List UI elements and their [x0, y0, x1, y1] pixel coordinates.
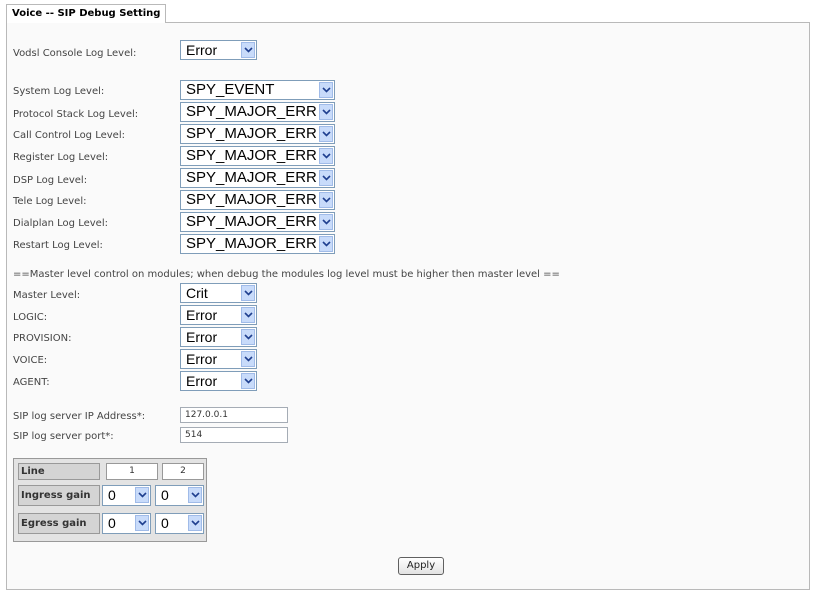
egress-gain-line2-value: 0 — [161, 515, 169, 531]
chevron-down-icon[interactable] — [319, 236, 333, 252]
tele-log-value: SPY_MAJOR_ERR — [186, 191, 317, 208]
chevron-down-icon[interactable] — [241, 307, 255, 323]
agent-value: Error — [186, 373, 218, 389]
sip-log-server-port-input[interactable]: 514 — [180, 427, 288, 443]
chevron-down-icon[interactable] — [188, 515, 202, 531]
chevron-down-icon[interactable] — [319, 170, 333, 186]
call-control-log-label: Call Control Log Level: — [13, 130, 125, 141]
chevron-down-icon[interactable] — [319, 214, 333, 230]
chevron-down-icon[interactable] — [241, 285, 255, 301]
voice-select[interactable]: Error — [180, 349, 257, 369]
master-level-value: Crit — [186, 285, 208, 301]
egress-gain-line1-value: 0 — [108, 515, 116, 531]
chevron-down-icon[interactable] — [135, 487, 149, 503]
dialplan-log-select[interactable]: SPY_MAJOR_ERR — [180, 212, 335, 232]
chevron-down-icon[interactable] — [188, 487, 202, 503]
master-level-label: Master Level: — [13, 290, 81, 301]
register-log-label: Register Log Level: — [13, 152, 109, 163]
register-log-select[interactable]: SPY_MAJOR_ERR — [180, 146, 335, 166]
tele-log-select[interactable]: SPY_MAJOR_ERR — [180, 190, 335, 210]
logic-select[interactable]: Error — [180, 305, 257, 325]
restart-log-select[interactable]: SPY_MAJOR_ERR — [180, 234, 335, 254]
chevron-down-icon[interactable] — [241, 373, 255, 389]
sip-log-server-ip-input[interactable]: 127.0.0.1 — [180, 407, 288, 423]
chevron-down-icon[interactable] — [135, 515, 149, 531]
provision-select[interactable]: Error — [180, 327, 257, 347]
ingress-gain-label: Ingress gain — [18, 485, 100, 506]
provision-label: PROVISION: — [13, 333, 72, 344]
voice-value: Error — [186, 351, 218, 367]
dsp-log-select[interactable]: SPY_MAJOR_ERR — [180, 168, 335, 188]
call-control-log-value: SPY_MAJOR_ERR — [186, 125, 317, 142]
protocol-stack-log-select[interactable]: SPY_MAJOR_ERR — [180, 102, 335, 122]
ingress-gain-line1-value: 0 — [108, 487, 116, 503]
chevron-down-icon[interactable] — [241, 351, 255, 367]
chevron-down-icon[interactable] — [319, 82, 333, 98]
vodsl-console-log-label: Vodsl Console Log Level: — [13, 48, 137, 59]
ingress-gain-line2-value: 0 — [161, 487, 169, 503]
dsp-log-value: SPY_MAJOR_ERR — [186, 169, 317, 186]
egress-gain-line2-select[interactable]: 0 — [155, 513, 204, 534]
chevron-down-icon[interactable] — [319, 192, 333, 208]
apply-button[interactable]: Apply — [398, 557, 444, 575]
line-header: Line — [18, 463, 100, 480]
vodsl-console-log-value: Error — [186, 42, 218, 58]
voice-label: VOICE: — [13, 355, 48, 366]
chevron-down-icon[interactable] — [319, 148, 333, 164]
line-column-2: 2 — [162, 463, 204, 480]
line-column-1: 1 — [106, 463, 158, 480]
tele-log-label: Tele Log Level: — [13, 196, 87, 207]
chevron-down-icon[interactable] — [241, 42, 255, 58]
protocol-stack-log-value: SPY_MAJOR_ERR — [186, 103, 317, 120]
logic-label: LOGIC: — [13, 312, 48, 323]
master-level-note: ==Master level control on modules; when … — [13, 269, 560, 280]
master-level-select[interactable]: Crit — [180, 283, 257, 303]
chevron-down-icon[interactable] — [319, 104, 333, 120]
provision-value: Error — [186, 329, 218, 345]
restart-log-value: SPY_MAJOR_ERR — [186, 235, 317, 252]
egress-gain-line1-select[interactable]: 0 — [102, 513, 151, 534]
egress-gain-label: Egress gain — [18, 513, 100, 534]
logic-value: Error — [186, 307, 218, 323]
protocol-stack-log-label: Protocol Stack Log Level: — [13, 109, 139, 120]
call-control-log-select[interactable]: SPY_MAJOR_ERR — [180, 124, 335, 144]
agent-label: AGENT: — [13, 377, 50, 388]
dialplan-log-value: SPY_MAJOR_ERR — [186, 213, 317, 230]
ingress-gain-line1-select[interactable]: 0 — [102, 485, 151, 506]
vodsl-console-log-select[interactable]: Error — [180, 40, 257, 60]
register-log-value: SPY_MAJOR_ERR — [186, 147, 317, 164]
sip-log-server-port-label: SIP log server port*: — [13, 431, 114, 442]
dialplan-log-label: Dialplan Log Level: — [13, 218, 108, 229]
chevron-down-icon[interactable] — [241, 329, 255, 345]
tab-sip-debug-setting[interactable]: Voice -- SIP Debug Setting — [6, 4, 167, 23]
ingress-gain-line2-select[interactable]: 0 — [155, 485, 204, 506]
chevron-down-icon[interactable] — [319, 126, 333, 142]
agent-select[interactable]: Error — [180, 371, 257, 391]
system-log-label: System Log Level: — [13, 86, 105, 97]
gain-table: Line 1 2 Ingress gain 0 0 Egress gain 0 … — [13, 458, 207, 542]
system-log-select[interactable]: SPY_EVENT — [180, 80, 335, 100]
restart-log-label: Restart Log Level: — [13, 240, 103, 251]
system-log-value: SPY_EVENT — [186, 81, 275, 98]
sip-log-server-ip-label: SIP log server IP Address*: — [13, 411, 146, 422]
dsp-log-label: DSP Log Level: — [13, 175, 88, 186]
